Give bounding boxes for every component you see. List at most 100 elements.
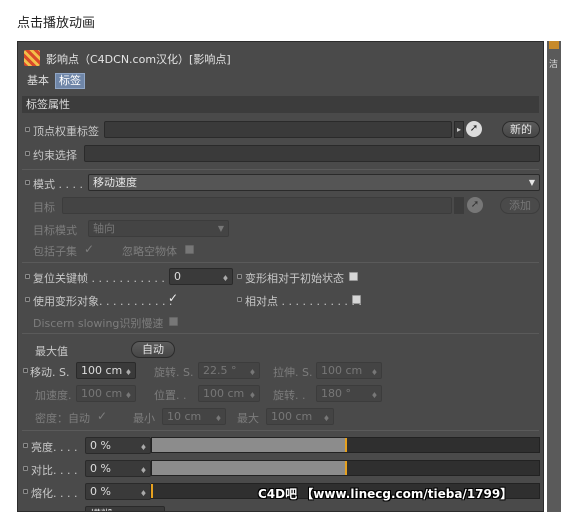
reset-keyframe-label: 复位关键帧 . . . . . . . . . . . . — [33, 272, 172, 285]
spin-arrows-icon[interactable]: ♦ — [140, 486, 147, 499]
caption: 点击播放动画 — [17, 16, 96, 31]
move-s-value: 100 cm — [81, 364, 123, 377]
blur-field[interactable]: 模糊 — [85, 506, 165, 511]
spin-arrows-icon[interactable]: ♦ — [215, 411, 222, 424]
spin-arrows-icon[interactable]: ♦ — [140, 463, 147, 476]
tab-tag[interactable]: 标签 — [55, 73, 85, 89]
ignore-null-label: 忽略空物体 — [122, 245, 177, 258]
rotate-s-value: 22.5 ° — [203, 364, 237, 377]
anim-dot[interactable] — [237, 274, 242, 279]
vertex-weight-label: 顶点权重标签 — [33, 125, 99, 138]
divider — [22, 430, 539, 431]
anim-dot[interactable] — [23, 443, 28, 448]
reset-keyframe-value: 0 — [174, 270, 181, 283]
acceleration-field[interactable]: 100 cm ♦ — [76, 385, 136, 402]
panel-header: 影响点（C4DCN.com汉化）[影响点] — [18, 49, 543, 67]
deform-relative-checkbox[interactable] — [349, 272, 358, 281]
target-label: 目标 — [33, 201, 55, 214]
spin-arrows-icon[interactable]: ♦ — [125, 365, 132, 378]
dropdown-arrow-icon: ▼ — [217, 224, 224, 233]
divider — [22, 333, 539, 334]
contrast-field[interactable]: 0 % ♦ — [85, 460, 151, 477]
relative-point-label: 相对点 . . . . . . . . . . . . — [245, 295, 362, 308]
brightness-slider-handle[interactable] — [344, 438, 347, 452]
auto-button[interactable]: 自动 — [131, 341, 175, 358]
target-field[interactable] — [62, 197, 452, 214]
dropdown-arrow-icon[interactable]: ▸ — [454, 121, 464, 138]
use-deformed-check[interactable]: ✓ — [168, 291, 178, 305]
spin-arrows-icon[interactable]: ♦ — [222, 271, 229, 284]
anim-dot[interactable] — [23, 466, 28, 471]
target-arrow[interactable] — [454, 197, 464, 214]
spin-arrows-icon[interactable]: ♦ — [323, 411, 330, 424]
reset-keyframe-field[interactable]: 0 ♦ — [169, 268, 233, 285]
anim-dot[interactable] — [25, 274, 30, 279]
brightness-field[interactable]: 0 % ♦ — [85, 437, 151, 454]
contrast-slider[interactable] — [151, 460, 540, 476]
rotate-s-field[interactable]: 22.5 ° ♦ — [198, 362, 260, 379]
acceleration-label: 加速度. — [35, 389, 72, 402]
anim-dot[interactable] — [23, 489, 28, 494]
pick-arrow-icon[interactable]: ➚ — [467, 197, 483, 213]
c4d-tag-icon — [24, 50, 40, 66]
move-s-field[interactable]: 100 cm ♦ — [76, 362, 136, 379]
pick-arrow-icon[interactable]: ➚ — [466, 121, 482, 137]
include-children-label: 包括子集 — [33, 245, 77, 258]
add-button[interactable]: 添加 — [500, 197, 540, 214]
melt-value: 0 % — [90, 485, 111, 498]
stretch-s-field[interactable]: 100 cm ♦ — [316, 362, 382, 379]
vertex-weight-field[interactable] — [104, 121, 452, 138]
deform-relative-label: 变形相对于初始状态 — [245, 272, 344, 285]
melt-slider-handle[interactable] — [151, 484, 153, 498]
section-tag-properties: 标签属性 — [22, 96, 539, 113]
tab-basic[interactable]: 基本 — [24, 73, 52, 89]
spin-arrows-icon[interactable]: ♦ — [125, 388, 132, 401]
divider — [22, 262, 539, 263]
discern-slowing-label: Discern slowing识别慢速 — [33, 317, 164, 330]
include-children-check[interactable]: ✓ — [84, 242, 94, 256]
anim-dot[interactable] — [23, 368, 28, 373]
min-label: 最小 — [133, 412, 155, 425]
melt-field[interactable]: 0 % ♦ — [85, 483, 151, 500]
rotation-value: 180 ° — [321, 387, 351, 400]
constraint-label: 约束选择 — [33, 149, 77, 162]
divider — [22, 169, 539, 170]
max-field[interactable]: 100 cm ♦ — [266, 408, 334, 425]
orange-tab-edge — [549, 41, 559, 49]
spin-arrows-icon[interactable]: ♦ — [371, 388, 378, 401]
position-value: 100 cm — [203, 387, 245, 400]
brightness-slider[interactable] — [151, 437, 540, 453]
mode-select[interactable]: 移动速度 ▼ — [88, 174, 540, 191]
move-s-label: 移动. S. — [30, 366, 70, 379]
dropdown-arrow-icon: ▼ — [528, 178, 535, 187]
spin-arrows-icon[interactable]: ♦ — [249, 365, 256, 378]
use-deformed-label: 使用变形对象. . . . . . . . . . . — [33, 295, 173, 308]
anim-dot[interactable] — [25, 297, 30, 302]
anim-dot[interactable] — [237, 297, 242, 302]
target-mode-value: 轴向 — [93, 222, 115, 235]
density-auto-check[interactable]: ✓ — [97, 409, 107, 423]
stretch-s-value: 100 cm — [321, 364, 363, 377]
new-button[interactable]: 新的 — [502, 121, 540, 138]
rotation-field[interactable]: 180 ° ♦ — [316, 385, 382, 402]
min-field[interactable]: 10 cm ♦ — [162, 408, 226, 425]
contrast-slider-handle[interactable] — [344, 461, 347, 475]
anim-dot[interactable] — [25, 127, 30, 132]
relative-point-checkbox[interactable] — [352, 295, 361, 304]
right-panel-edge: 洁 — [547, 41, 561, 512]
mode-value: 移动速度 — [93, 176, 137, 189]
contrast-slider-fill — [152, 461, 346, 475]
target-mode-select[interactable]: 轴向 ▼ — [88, 220, 229, 237]
discern-slowing-checkbox[interactable] — [169, 317, 178, 326]
spin-arrows-icon[interactable]: ♦ — [371, 365, 378, 378]
anim-dot[interactable] — [25, 151, 30, 156]
constraint-field[interactable] — [84, 145, 540, 162]
spin-arrows-icon[interactable]: ♦ — [140, 440, 147, 453]
attributes-panel: 影响点（C4DCN.com汉化）[影响点] 基本 标签 标签属性 顶点权重标签 … — [17, 41, 544, 512]
position-field[interactable]: 100 cm ♦ — [198, 385, 260, 402]
blur-value: 模糊 — [90, 508, 112, 511]
contrast-label: 对比. . . . — [31, 464, 78, 477]
ignore-null-checkbox[interactable] — [185, 245, 194, 254]
spin-arrows-icon[interactable]: ♦ — [249, 388, 256, 401]
anim-dot[interactable] — [25, 180, 30, 185]
